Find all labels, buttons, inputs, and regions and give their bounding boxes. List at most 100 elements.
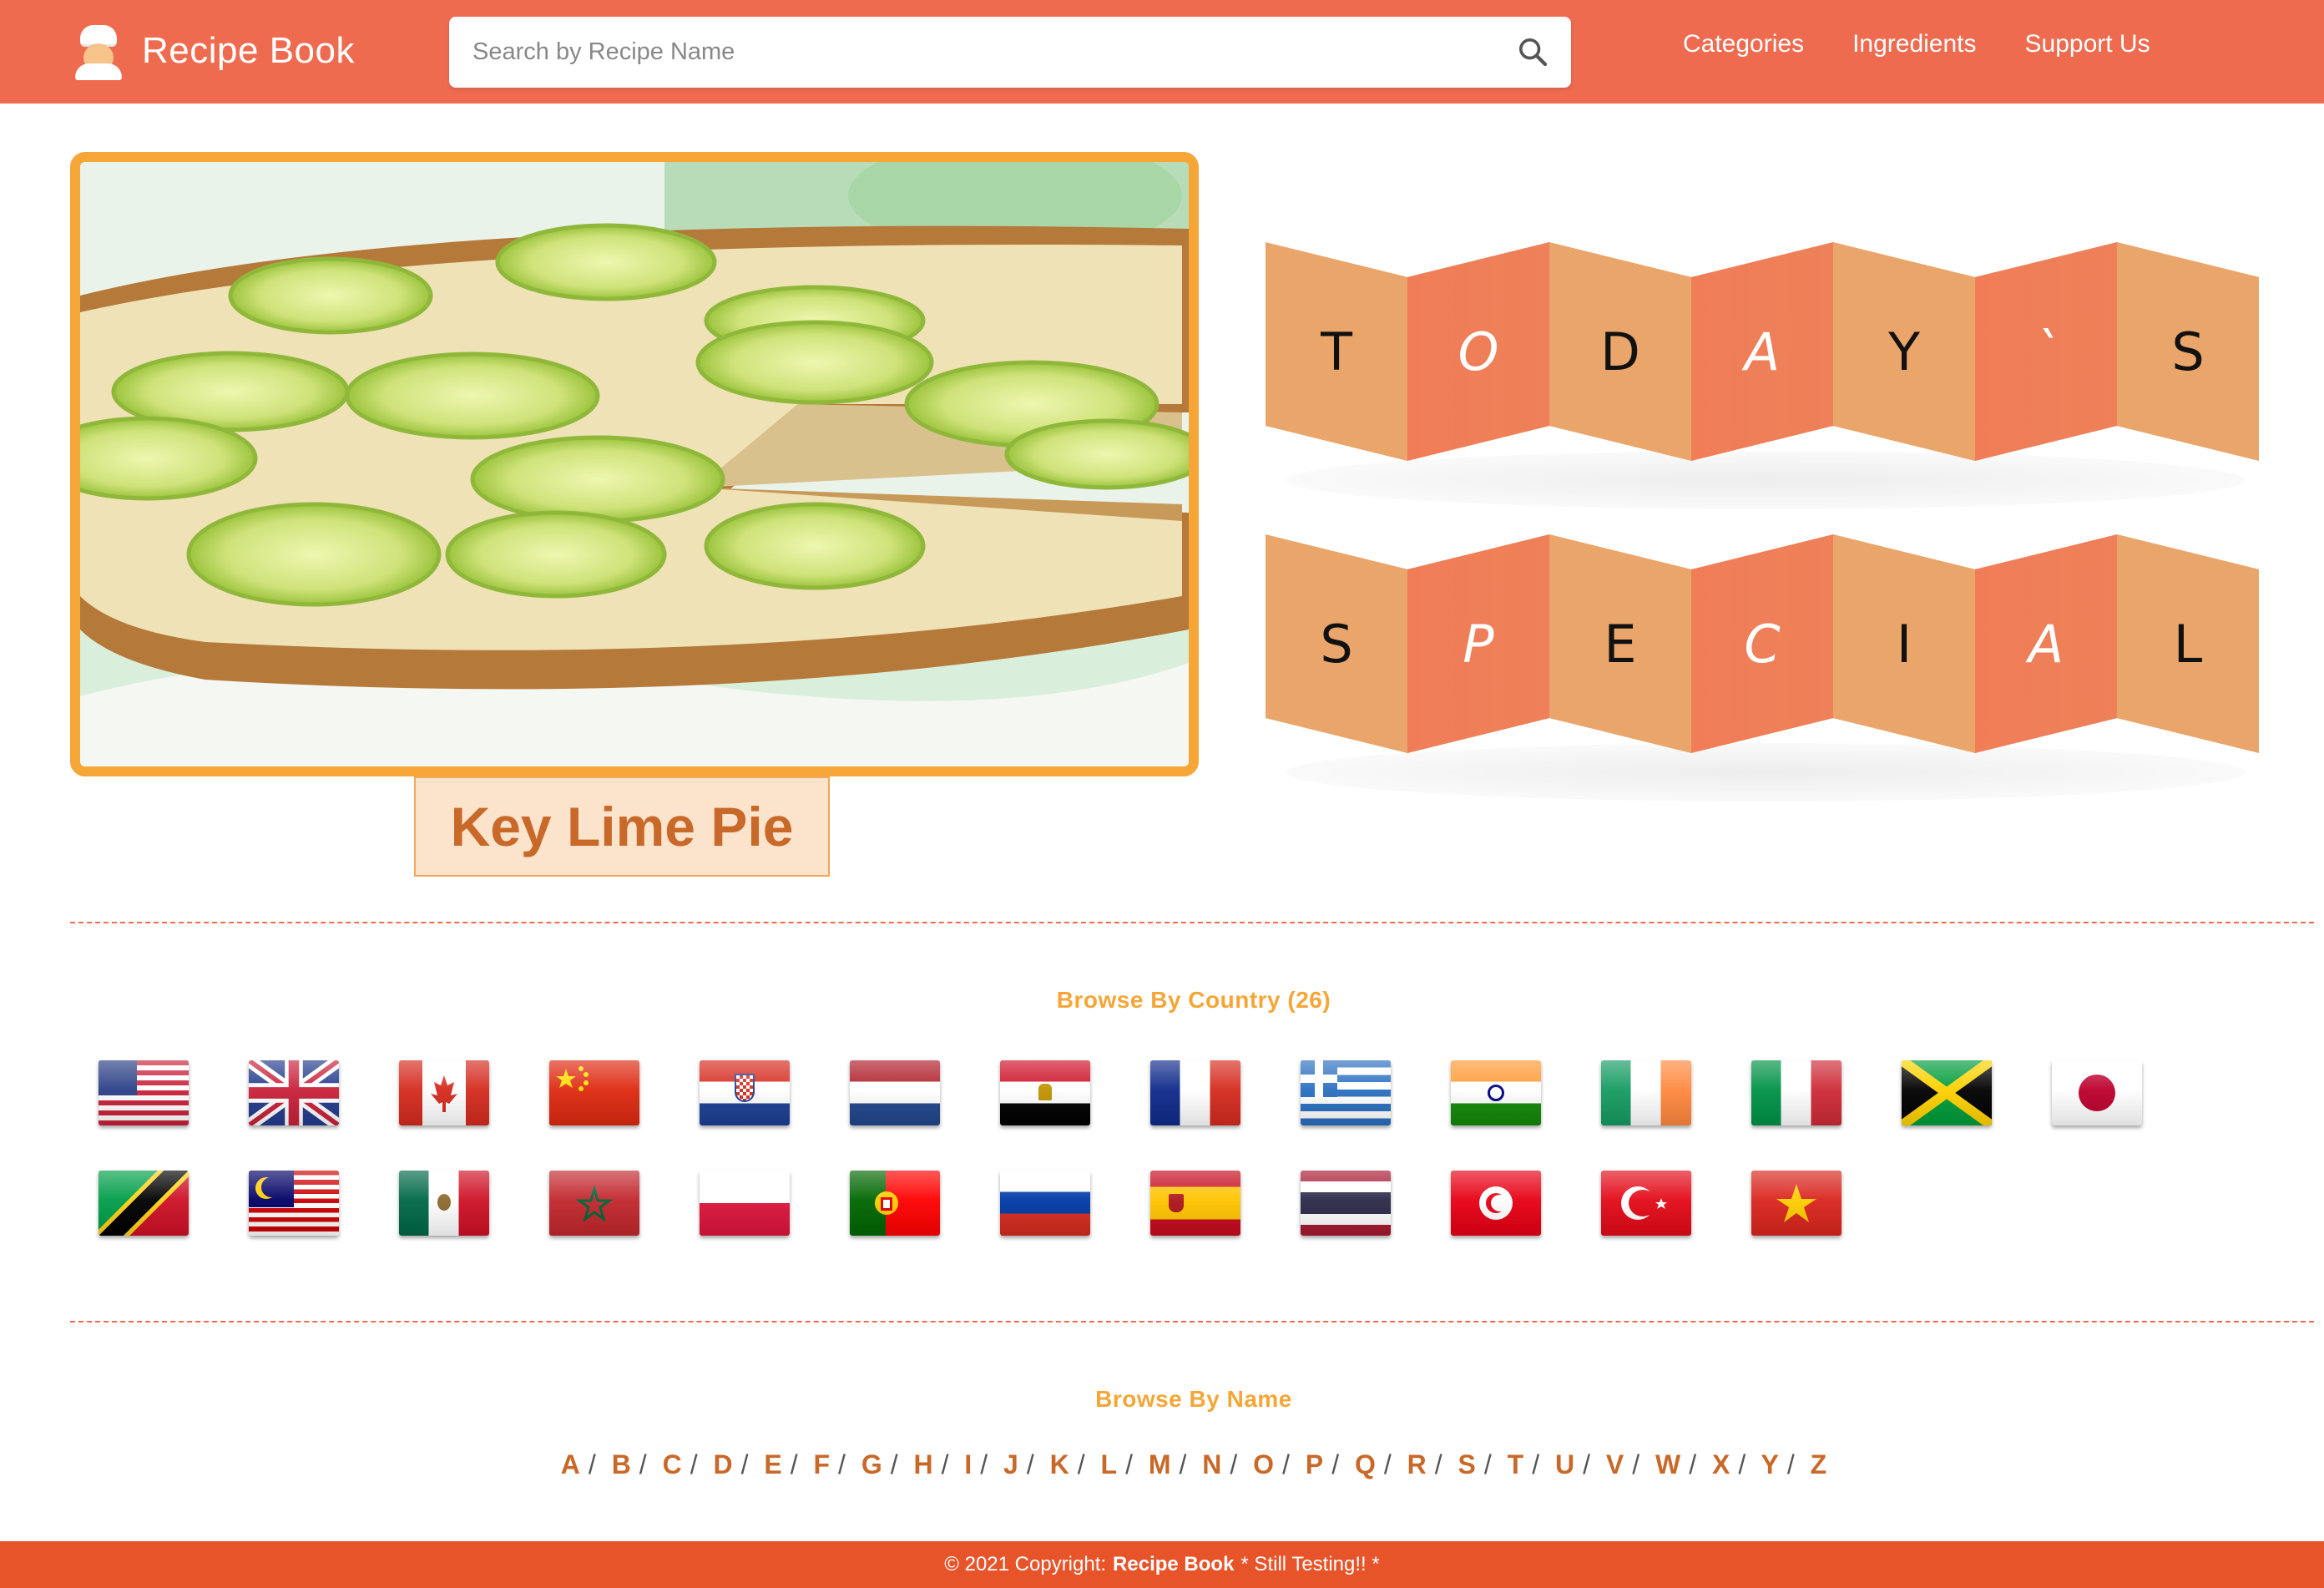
letter-link-s[interactable]: S bbox=[1458, 1449, 1476, 1479]
separator: / bbox=[941, 1449, 949, 1479]
banner-letter: A bbox=[2028, 613, 2064, 675]
flag-ireland[interactable] bbox=[1601, 1060, 1691, 1125]
letter-link-r[interactable]: R bbox=[1407, 1449, 1427, 1479]
letter-link-x[interactable]: X bbox=[1712, 1449, 1730, 1479]
flag-italy[interactable] bbox=[1751, 1060, 1842, 1125]
flag-japan[interactable] bbox=[2052, 1060, 2142, 1125]
flag-saint-kitts-and-nevis[interactable] bbox=[99, 1171, 189, 1236]
letter-link-l[interactable]: L bbox=[1101, 1449, 1118, 1479]
letter-link-u[interactable]: U bbox=[1555, 1449, 1574, 1479]
flag-united-kingdom[interactable] bbox=[249, 1060, 339, 1125]
featured-recipe-title[interactable]: Key Lime Pie bbox=[414, 776, 830, 877]
flag-canada[interactable] bbox=[399, 1060, 489, 1125]
banner-fold: I bbox=[1833, 534, 1975, 753]
flag-greece[interactable] bbox=[1301, 1060, 1391, 1125]
flag-malaysia[interactable] bbox=[249, 1171, 339, 1236]
letter-link-q[interactable]: Q bbox=[1355, 1449, 1376, 1479]
flag-vietnam[interactable] bbox=[1751, 1171, 1842, 1236]
letter-link-d[interactable]: D bbox=[713, 1449, 732, 1479]
flag-portugal[interactable] bbox=[850, 1171, 940, 1236]
letter-link-i[interactable]: I bbox=[964, 1449, 972, 1479]
separator: / bbox=[1434, 1449, 1442, 1479]
separator: / bbox=[1125, 1449, 1133, 1479]
separator: / bbox=[1583, 1449, 1590, 1479]
letter-link-h[interactable]: H bbox=[913, 1449, 932, 1479]
letter-link-m[interactable]: M bbox=[1149, 1449, 1171, 1479]
flag-france[interactable] bbox=[1150, 1060, 1240, 1125]
banner-letter: A bbox=[1744, 321, 1781, 382]
featured-recipe-image[interactable] bbox=[70, 152, 1199, 776]
separator: / bbox=[1383, 1449, 1392, 1479]
banner-fold: ` bbox=[1975, 242, 2117, 461]
letter-link-n[interactable]: N bbox=[1202, 1449, 1221, 1479]
nav-link-ingredients[interactable]: Ingredients bbox=[1852, 30, 1976, 58]
featured-recipe-name: Key Lime Pie bbox=[450, 796, 794, 857]
flag-thailand[interactable] bbox=[1301, 1171, 1391, 1236]
banner-fold: A bbox=[1975, 534, 2117, 753]
separator: / bbox=[1689, 1449, 1697, 1479]
letter-link-t[interactable]: T bbox=[1508, 1449, 1524, 1479]
flag-united-states[interactable] bbox=[99, 1060, 189, 1125]
flag-mexico[interactable] bbox=[399, 1171, 489, 1236]
letter-link-g[interactable]: G bbox=[861, 1449, 882, 1479]
banner-letter: D bbox=[1600, 321, 1640, 382]
banner-letter: C bbox=[1744, 613, 1781, 675]
separator: / bbox=[1483, 1449, 1492, 1479]
letter-link-z[interactable]: Z bbox=[1811, 1449, 1827, 1479]
key-lime-pie-photo bbox=[80, 162, 1189, 766]
letter-link-e[interactable]: E bbox=[764, 1449, 781, 1479]
footer-note: * Still Testing!! * bbox=[1240, 1553, 1380, 1575]
nav-links: Categories Ingredients Support Us bbox=[1683, 30, 2150, 58]
separator: / bbox=[1282, 1449, 1290, 1479]
flag-croatia[interactable] bbox=[700, 1060, 790, 1125]
banner-fold: P bbox=[1407, 534, 1549, 753]
letter-link-b[interactable]: B bbox=[612, 1449, 631, 1479]
flag-netherlands[interactable] bbox=[850, 1060, 940, 1125]
banner-letter: I bbox=[1896, 613, 1912, 675]
separator: / bbox=[790, 1449, 798, 1479]
letter-link-w[interactable]: W bbox=[1655, 1449, 1680, 1479]
banner-fold: T bbox=[1266, 242, 1407, 461]
flag-jamaica[interactable] bbox=[1902, 1060, 1992, 1125]
section-divider bbox=[70, 1321, 2314, 1322]
separator: / bbox=[1738, 1449, 1746, 1479]
separator: / bbox=[690, 1449, 698, 1479]
footer: © 2021 Copyright: Recipe Book * Still Te… bbox=[0, 1541, 2324, 1588]
separator: / bbox=[1632, 1449, 1640, 1479]
letter-link-k[interactable]: K bbox=[1050, 1449, 1069, 1479]
flag-poland[interactable] bbox=[700, 1171, 790, 1236]
banner-fold: S bbox=[1266, 534, 1407, 753]
letter-link-v[interactable]: V bbox=[1606, 1449, 1624, 1479]
banner-letter: T bbox=[1321, 321, 1352, 382]
nav-link-support-us[interactable]: Support Us bbox=[2025, 30, 2150, 58]
flag-morocco[interactable] bbox=[549, 1171, 639, 1236]
flag-egypt[interactable] bbox=[1000, 1060, 1090, 1125]
flag-tunisia[interactable] bbox=[1451, 1171, 1541, 1236]
nav-link-categories[interactable]: Categories bbox=[1683, 30, 1804, 58]
flag-spain[interactable] bbox=[1150, 1171, 1240, 1236]
banner-fold: S bbox=[2117, 242, 2259, 461]
search-box bbox=[449, 17, 1571, 88]
section-divider bbox=[70, 922, 2314, 923]
letter-link-c[interactable]: C bbox=[663, 1449, 682, 1479]
footer-brand: Recipe Book bbox=[1113, 1553, 1235, 1575]
flag-china[interactable] bbox=[549, 1060, 639, 1125]
banner-letter: Y bbox=[1888, 321, 1920, 382]
flag-russia[interactable] bbox=[1000, 1171, 1090, 1236]
letter-link-o[interactable]: O bbox=[1253, 1449, 1274, 1479]
search-input[interactable] bbox=[472, 17, 1491, 88]
separator: / bbox=[588, 1449, 596, 1479]
letter-link-y[interactable]: Y bbox=[1761, 1449, 1779, 1479]
flag-turkey[interactable] bbox=[1601, 1171, 1691, 1236]
letter-link-j[interactable]: J bbox=[1003, 1449, 1018, 1479]
letter-link-a[interactable]: A bbox=[561, 1449, 580, 1479]
banner-fold: L bbox=[2117, 534, 2259, 753]
banner-fold: A bbox=[1691, 242, 1833, 461]
brand-link[interactable]: Recipe Book bbox=[68, 13, 355, 89]
letter-link-f[interactable]: F bbox=[813, 1449, 830, 1479]
separator: / bbox=[740, 1449, 749, 1479]
search-icon[interactable] bbox=[1516, 35, 1549, 68]
flag-india[interactable] bbox=[1451, 1060, 1541, 1125]
letter-link-p[interactable]: P bbox=[1306, 1449, 1323, 1479]
separator: / bbox=[1230, 1449, 1238, 1479]
